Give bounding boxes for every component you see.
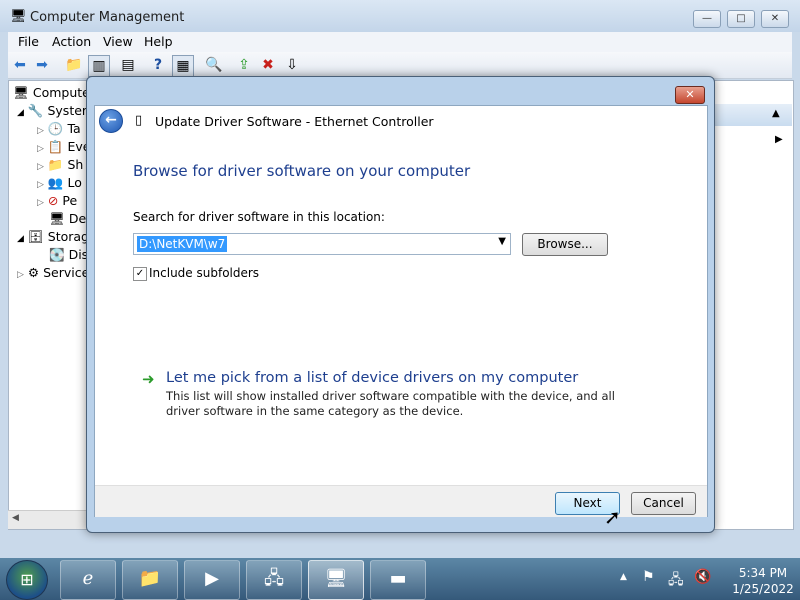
volume-muted-icon[interactable]: 🔇 [694,569,711,585]
tree-item-performance[interactable]: ▷ ⊘ Pe [37,193,77,211]
path-input-value[interactable]: D:\NetKVM\w7 [137,236,228,252]
dialog-close-button[interactable]: ✕ [675,86,705,104]
tree-item-computer[interactable]: 🖥 Computer [13,85,95,103]
tree-item-task-scheduler[interactable]: ▷ 🕒 Ta [37,121,81,139]
collapsed-arrow-icon: ▷ [37,162,44,172]
disable-icon[interactable]: ⇩ [282,55,302,75]
pick-from-list-link[interactable]: Let me pick from a list of device driver… [166,370,578,386]
storage-icon: 🗄 [27,229,44,244]
include-subfolders-label[interactable]: Include subfolders [149,266,259,280]
scan-hardware-icon[interactable]: 🔍 [204,55,224,75]
green-arrow-icon: ➜ [142,370,155,388]
up-folder-icon[interactable]: 📁 [64,55,84,75]
toolbar: ⬅ ➡ 📁 ▥ ▤ ? ▦ 🔍 ⇪ ✖ ⇩ [8,52,792,79]
explorer-icon[interactable]: 📁 [122,560,178,600]
tree-item-disk-management[interactable]: 💽 Dis [49,247,88,265]
computer-management-icon: 🖥 [10,9,27,24]
media-player-icon[interactable]: ▶ [184,560,240,600]
cmd-icon[interactable]: ▬ [370,560,426,600]
system-tray: ▲ ⚑ 🖧 🔇 5:34 PM 1/25/2022 [618,564,798,598]
network-tray-icon[interactable]: 🖧 [668,569,684,593]
shared-folder-icon: 📁 [47,157,64,172]
view-icon[interactable]: ▦ [172,55,194,77]
menu-help[interactable]: Help [144,34,173,49]
forward-icon[interactable]: ➡ [32,55,52,75]
dialog-body: ← ▯ Update Driver Software - Ethernet Co… [94,105,708,517]
performance-icon: ⊘ [47,193,59,208]
network-icon[interactable]: 🖧 [246,560,302,600]
window-title: Computer Management [30,10,185,25]
close-button[interactable]: ✕ [761,10,789,28]
expand-right-icon[interactable]: ▶ [775,134,783,145]
browse-button[interactable]: Browse... [522,233,608,256]
horizontal-scrollbar[interactable]: ◀ [8,510,96,529]
menu-bar: File Action View Help [8,32,792,52]
computer-icon: 🖥 [13,85,29,100]
collapsed-arrow-icon: ▷ [37,180,44,190]
actions-pane-header: ▲ [712,104,792,126]
cancel-button[interactable]: Cancel [631,492,696,515]
tree-item-event-viewer[interactable]: ▷ 📋 Eve [37,139,90,157]
tools-icon: 🔧 [27,103,44,118]
back-arrow-icon[interactable]: ← [99,109,123,133]
device-manager-icon: 🖥 [49,211,65,226]
clock-time[interactable]: 5:34 PM [728,566,798,580]
dialog-title: Update Driver Software - Ethernet Contro… [155,114,434,129]
menu-view[interactable]: View [103,34,133,49]
update-driver-dialog: ✕ ← ▯ Update Driver Software - Ethernet … [86,76,715,533]
tree-item-local-users[interactable]: ▷ 👥 Lo [37,175,82,193]
collapsed-arrow-icon: ▷ [37,144,44,154]
device-icon: ▯ [135,113,143,128]
clock-icon: 🕒 [47,121,64,136]
path-combobox[interactable]: D:\NetKVM\w7 ▼ [133,233,511,255]
collapsed-arrow-icon: ▷ [37,126,44,136]
dialog-header: ← ▯ Update Driver Software - Ethernet Co… [95,106,707,136]
collapsed-arrow-icon: ▷ [37,198,44,208]
page-heading: Browse for driver software on your compu… [133,162,471,180]
help-icon[interactable]: ? [148,55,168,75]
start-button[interactable]: ⊞ [6,560,48,600]
search-location-label: Search for driver software in this locat… [133,210,385,224]
expanded-arrow-icon: ◢ [17,108,24,118]
title-bar[interactable]: 🖥 Computer Management — □ ✕ [0,0,800,32]
menu-action[interactable]: Action [52,34,91,49]
collapsed-arrow-icon: ▷ [17,270,24,280]
device-manager-icon[interactable]: 🖥 [308,560,364,600]
internet-explorer-icon[interactable]: ℯ [60,560,116,600]
disk-icon: 💽 [49,247,65,262]
back-icon[interactable]: ⬅ [10,55,30,75]
menu-file[interactable]: File [18,34,39,49]
expanded-arrow-icon: ◢ [17,234,24,244]
tree-item-storage[interactable]: ◢ 🗄 Storag [17,229,89,247]
taskbar: ⊞ ℯ 📁 ▶ 🖧 🖥 ▬ ▲ ⚑ 🖧 🔇 5:34 PM 1/25/2022 [0,558,800,600]
mouse-pointer-icon: ➚ [604,505,621,529]
event-viewer-icon: 📋 [47,139,64,154]
show-hidden-icons-icon[interactable]: ▲ [620,572,627,582]
tree-item-shared-folders[interactable]: ▷ 📁 Sh [37,157,83,175]
update-driver-icon[interactable]: ⇪ [234,55,254,75]
clock-date[interactable]: 1/25/2022 [728,582,798,596]
show-hide-tree-icon[interactable]: ▥ [88,55,110,77]
chevron-down-icon[interactable]: ▼ [498,236,506,247]
tree-item-services[interactable]: ▷ ⚙ Service [17,265,89,283]
scroll-left-icon[interactable]: ◀ [12,513,19,523]
include-subfolders-checkbox[interactable]: ✓ [133,267,147,281]
users-icon: 👥 [47,175,64,190]
flag-icon[interactable]: ⚑ [642,569,655,585]
tree-item-device-manager[interactable]: 🖥 De [49,211,86,229]
services-icon: ⚙ [27,265,40,280]
uninstall-icon[interactable]: ✖ [258,55,278,75]
properties-icon[interactable]: ▤ [118,55,138,75]
pick-from-list-description: This list will show installed driver sof… [166,389,615,418]
minimize-button[interactable]: — [693,10,721,28]
maximize-button[interactable]: □ [727,10,755,28]
tree-item-system[interactable]: ◢ 🔧 System [17,103,94,121]
collapse-up-icon[interactable]: ▲ [772,108,780,119]
